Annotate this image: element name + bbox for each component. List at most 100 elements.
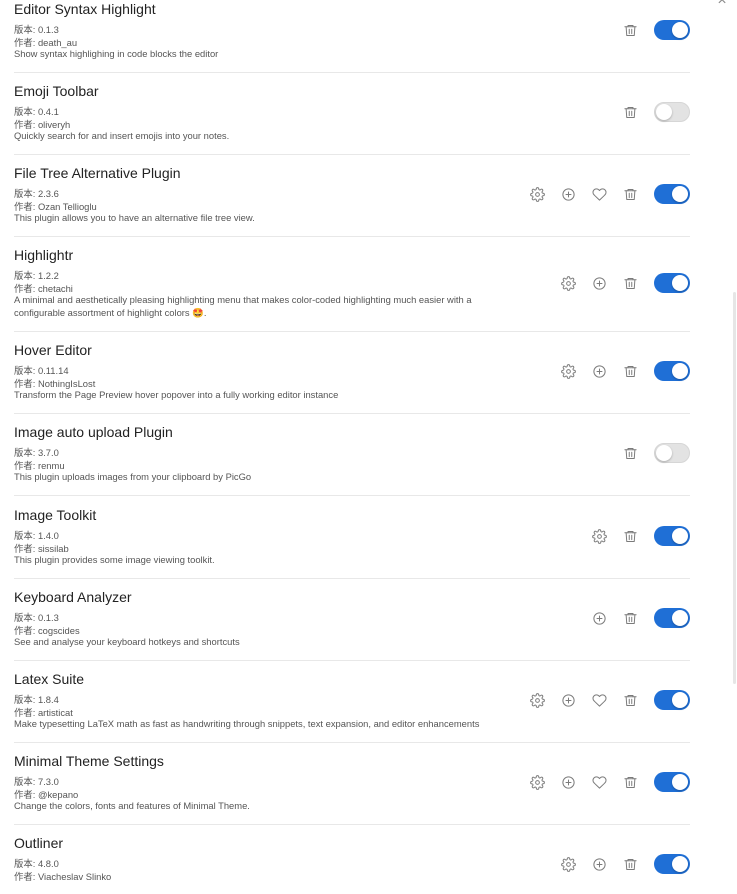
trash-icon[interactable] bbox=[621, 855, 640, 874]
gear-icon[interactable] bbox=[528, 691, 547, 710]
plugin-enable-toggle[interactable] bbox=[654, 854, 690, 874]
plus-circle-icon[interactable] bbox=[590, 609, 609, 628]
trash-icon[interactable] bbox=[621, 103, 640, 122]
version-label: 版本: bbox=[14, 24, 38, 35]
plus-circle-icon[interactable] bbox=[559, 773, 578, 792]
plugin-enable-toggle[interactable] bbox=[654, 184, 690, 204]
heart-icon[interactable] bbox=[590, 691, 609, 710]
gear-icon[interactable] bbox=[559, 274, 578, 293]
plugin-item: File Tree Alternative Plugin 版本: 2.3.6 作者:… bbox=[14, 164, 690, 237]
plugin-name: Image auto upload Plugin bbox=[14, 424, 173, 440]
plugin-description: Change the colors, fonts and features of… bbox=[14, 800, 250, 811]
toggle-knob bbox=[672, 774, 688, 790]
version-value: 0.4.1 bbox=[37, 106, 59, 117]
trash-icon[interactable] bbox=[621, 21, 640, 40]
gear-icon[interactable] bbox=[590, 527, 609, 546]
plugin-enable-toggle[interactable] bbox=[654, 690, 690, 710]
plugin-enable-toggle[interactable] bbox=[654, 772, 690, 792]
gear-icon[interactable] bbox=[559, 855, 578, 874]
toggle-knob bbox=[672, 528, 688, 544]
version-label: 版本: bbox=[14, 858, 38, 869]
plugin-version: 版本: 3.7.0 bbox=[14, 445, 59, 459]
version-value: 0.1.3 bbox=[37, 24, 59, 35]
plugin-actions bbox=[621, 101, 690, 123]
plugin-version: 版本: 0.1.3 bbox=[14, 22, 59, 36]
heart-icon[interactable] bbox=[590, 185, 609, 204]
toggle-knob bbox=[672, 363, 688, 379]
plugin-version: 版本: 0.1.3 bbox=[14, 610, 59, 624]
toggle-knob bbox=[672, 186, 688, 202]
plugin-version: 版本: 1.4.0 bbox=[14, 528, 59, 542]
plugin-actions bbox=[621, 442, 690, 464]
version-value: 1.8.4 bbox=[37, 694, 59, 705]
version-label: 版本: bbox=[14, 270, 38, 281]
plugin-name: Emoji Toolbar bbox=[14, 83, 99, 99]
trash-icon[interactable] bbox=[621, 773, 640, 792]
plugin-name: Highlightr bbox=[14, 247, 74, 263]
plugin-enable-toggle[interactable] bbox=[654, 443, 690, 463]
version-value: 7.3.0 bbox=[37, 776, 59, 787]
trash-icon[interactable] bbox=[621, 274, 640, 293]
version-label: 版本: bbox=[14, 776, 38, 787]
plugin-description: See and analyse your keyboard hotkeys an… bbox=[14, 636, 240, 647]
plugin-description: This plugin provides some image viewing … bbox=[14, 554, 215, 565]
version-label: 版本: bbox=[14, 447, 38, 458]
trash-icon[interactable] bbox=[621, 444, 640, 463]
gear-icon[interactable] bbox=[528, 773, 547, 792]
plus-circle-icon[interactable] bbox=[559, 185, 578, 204]
plugin-description: Transform the Page Preview hover popover… bbox=[14, 389, 339, 400]
version-value: 0.1.3 bbox=[37, 612, 59, 623]
toggle-knob bbox=[672, 692, 688, 708]
plugin-actions bbox=[559, 272, 690, 294]
plugin-enable-toggle[interactable] bbox=[654, 526, 690, 546]
trash-icon[interactable] bbox=[621, 609, 640, 628]
plugin-version: 版本: 7.3.0 bbox=[14, 774, 59, 788]
toggle-knob bbox=[656, 445, 672, 461]
plus-circle-icon[interactable] bbox=[590, 855, 609, 874]
plugin-name: Keyboard Analyzer bbox=[14, 589, 132, 605]
plugin-item: Keyboard Analyzer 版本: 0.1.3 作者: cogscides S… bbox=[14, 588, 690, 661]
plugin-description: This plugin allows you to have an altern… bbox=[14, 212, 255, 223]
plugin-item: Latex Suite 版本: 1.8.4 作者: artisticat Make t… bbox=[14, 670, 690, 743]
plugin-enable-toggle[interactable] bbox=[654, 361, 690, 381]
plugin-name: Latex Suite bbox=[14, 671, 85, 687]
trash-icon[interactable] bbox=[621, 527, 640, 546]
trash-icon[interactable] bbox=[621, 362, 640, 381]
plus-circle-icon[interactable] bbox=[590, 362, 609, 381]
toggle-knob bbox=[672, 22, 688, 38]
plus-circle-icon[interactable] bbox=[590, 274, 609, 293]
plugin-item: Editor Syntax Highlight 版本: 0.1.3 作者: deat… bbox=[14, 0, 690, 73]
plugin-item: Minimal Theme Settings 版本: 7.3.0 作者: @kepa… bbox=[14, 752, 690, 825]
gear-icon[interactable] bbox=[559, 362, 578, 381]
scrollbar-thumb[interactable] bbox=[733, 292, 736, 684]
plugin-name: Editor Syntax Highlight bbox=[14, 1, 156, 17]
plugin-enable-toggle[interactable] bbox=[654, 608, 690, 628]
plus-circle-icon[interactable] bbox=[559, 691, 578, 710]
plugin-author: 作者: Viacheslav Slinko bbox=[14, 869, 111, 883]
plugin-description: Make typesetting LaTeX math as fast as h… bbox=[14, 718, 480, 729]
trash-icon[interactable] bbox=[621, 691, 640, 710]
plugin-item: Hover Editor 版本: 0.11.14 作者: NothingIsLost… bbox=[14, 341, 690, 414]
plugin-description: A minimal and aesthetically pleasing hig… bbox=[14, 294, 472, 318]
plugin-name: Hover Editor bbox=[14, 342, 92, 358]
plugin-version: 版本: 4.8.0 bbox=[14, 856, 59, 870]
heart-icon[interactable] bbox=[590, 773, 609, 792]
toggle-knob bbox=[672, 275, 688, 291]
plugin-actions bbox=[590, 525, 690, 547]
author-label: 作者: bbox=[14, 871, 38, 882]
plugin-enable-toggle[interactable] bbox=[654, 20, 690, 40]
gear-icon[interactable] bbox=[528, 185, 547, 204]
trash-icon[interactable] bbox=[621, 185, 640, 204]
plugin-actions bbox=[528, 771, 690, 793]
plugin-version: 版本: 1.8.4 bbox=[14, 692, 59, 706]
toggle-knob bbox=[672, 610, 688, 626]
plugin-name: File Tree Alternative Plugin bbox=[14, 165, 181, 181]
plugin-version: 版本: 2.3.6 bbox=[14, 186, 59, 200]
version-value: 3.7.0 bbox=[37, 447, 59, 458]
plugin-enable-toggle[interactable] bbox=[654, 273, 690, 293]
plugin-enable-toggle[interactable] bbox=[654, 102, 690, 122]
plugin-version: 版本: 0.11.14 bbox=[14, 363, 69, 377]
version-label: 版本: bbox=[14, 694, 38, 705]
plugin-item: Image auto upload Plugin 版本: 3.7.0 作者: ren… bbox=[14, 423, 690, 496]
close-icon[interactable]: × bbox=[712, 0, 732, 9]
